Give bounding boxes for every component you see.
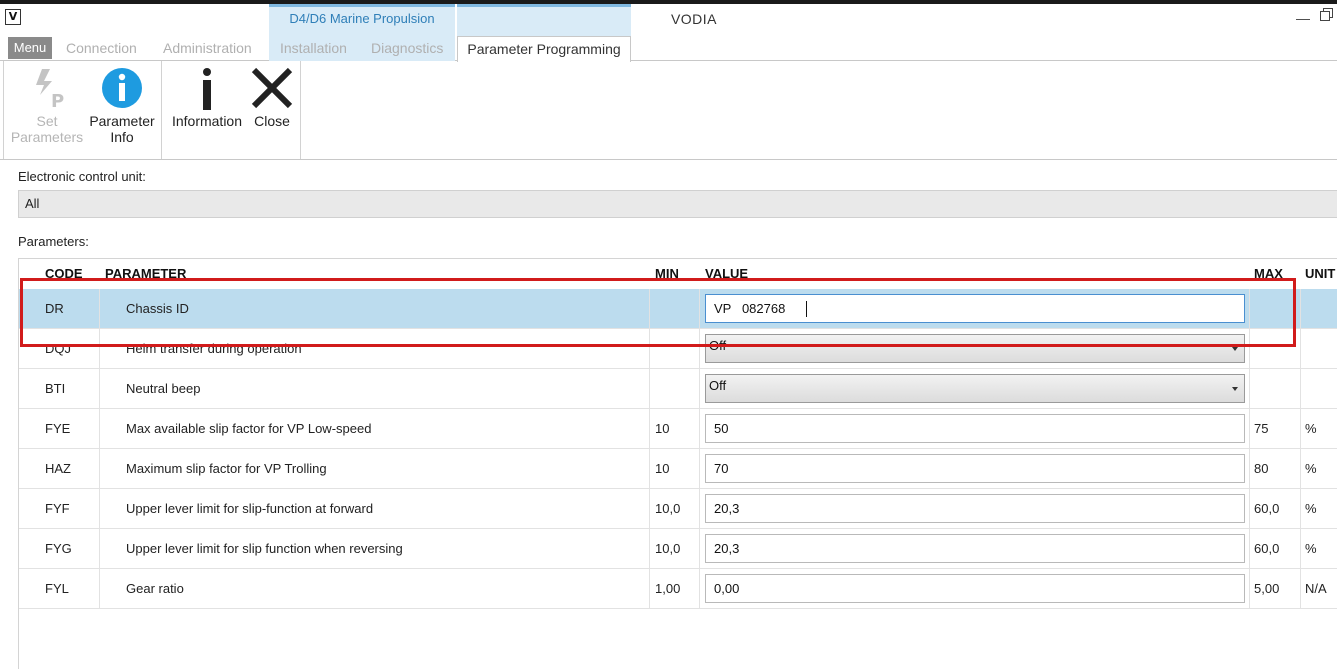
cell-parameter: Upper lever limit for slip-function at f… bbox=[126, 501, 374, 516]
cell-code: FYE bbox=[45, 421, 71, 436]
svg-text:P: P bbox=[51, 91, 64, 111]
set-parameters-label: Set Parameters bbox=[10, 113, 84, 145]
ribbon-separator bbox=[161, 61, 162, 159]
close-label: Close bbox=[254, 113, 290, 129]
value-selected: Off bbox=[709, 338, 727, 353]
table-row[interactable]: DR Chassis ID VP 082768 bbox=[19, 289, 1337, 329]
column-divider bbox=[699, 289, 700, 609]
tab-parameter-programming[interactable]: Parameter Programming bbox=[457, 36, 631, 62]
set-parameters-icon: P bbox=[8, 65, 86, 112]
table-row[interactable]: DQJ Helm transfer during operation Off bbox=[19, 329, 1337, 369]
chevron-down-icon bbox=[1232, 387, 1238, 391]
tab-bar: Menu Connection Administration Installat… bbox=[0, 36, 1337, 62]
column-header-value[interactable]: VALUE bbox=[705, 259, 748, 289]
tab-administration[interactable]: Administration bbox=[163, 36, 252, 61]
column-divider bbox=[649, 289, 650, 609]
text-caret bbox=[806, 301, 807, 317]
table-row[interactable]: FYF Upper lever limit for slip-function … bbox=[19, 489, 1337, 529]
value-selected: Off bbox=[709, 378, 727, 393]
value-input[interactable]: 20,3 bbox=[705, 534, 1245, 563]
cell-parameter: Neutral beep bbox=[126, 381, 201, 396]
column-header-max[interactable]: MAX bbox=[1254, 259, 1283, 289]
window-title: VODIA bbox=[670, 11, 718, 27]
cell-max: 60,0 bbox=[1254, 501, 1280, 516]
cell-code: FYL bbox=[45, 581, 69, 596]
cell-max: 75 bbox=[1254, 421, 1269, 436]
cell-code: FYF bbox=[45, 501, 70, 516]
parameters-grid: CODE PARAMETER MIN VALUE MAX UNIT DR Cha… bbox=[18, 258, 1337, 669]
info-circle-icon bbox=[86, 65, 158, 111]
column-header-unit[interactable]: UNIT bbox=[1305, 259, 1335, 289]
cell-unit: % bbox=[1305, 421, 1317, 436]
table-row[interactable]: HAZ Maximum slip factor for VP Trolling … bbox=[19, 449, 1337, 489]
parameters-label: Parameters: bbox=[18, 234, 89, 249]
table-row[interactable]: BTI Neutral beep Off bbox=[19, 369, 1337, 409]
value-dropdown[interactable]: Off bbox=[705, 374, 1245, 403]
close-button[interactable]: Close bbox=[248, 65, 296, 129]
value-input[interactable]: VP 082768 bbox=[705, 294, 1245, 323]
chevron-down-icon bbox=[1232, 347, 1238, 351]
value-text: VP 082768 bbox=[714, 301, 786, 316]
tab-diagnostics[interactable]: Diagnostics bbox=[371, 36, 443, 61]
table-row[interactable]: FYG Upper lever limit for slip function … bbox=[19, 529, 1337, 569]
value-dropdown[interactable]: Off bbox=[705, 334, 1245, 363]
cell-parameter: Gear ratio bbox=[126, 581, 184, 596]
cell-max: 5,00 bbox=[1254, 581, 1280, 596]
cell-parameter: Helm transfer during operation bbox=[126, 341, 302, 356]
cell-code: DQJ bbox=[45, 341, 71, 356]
cell-max: 80 bbox=[1254, 461, 1269, 476]
column-divider bbox=[99, 289, 100, 609]
value-input[interactable]: 0,00 bbox=[705, 574, 1245, 603]
cell-unit: N/A bbox=[1305, 581, 1327, 596]
value-input[interactable]: 20,3 bbox=[705, 494, 1245, 523]
cell-min: 10,0 bbox=[655, 541, 681, 556]
cell-min: 10 bbox=[655, 421, 670, 436]
column-divider bbox=[1249, 289, 1250, 609]
cell-parameter: Upper lever limit for slip function when… bbox=[126, 541, 403, 556]
cell-parameter: Max available slip factor for VP Low-spe… bbox=[126, 421, 372, 436]
cell-min: 10,0 bbox=[655, 501, 681, 516]
column-header-code[interactable]: CODE bbox=[45, 259, 83, 289]
cell-min: 10 bbox=[655, 461, 670, 476]
parameter-info-button[interactable]: Parameter Info bbox=[86, 65, 158, 145]
table-row[interactable]: FYE Max available slip factor for VP Low… bbox=[19, 409, 1337, 449]
column-header-min[interactable]: MIN bbox=[655, 259, 679, 289]
close-x-icon bbox=[248, 65, 296, 111]
value-input[interactable]: 70 bbox=[705, 454, 1245, 483]
information-i-icon bbox=[166, 65, 248, 111]
column-header-parameter[interactable]: PARAMETER bbox=[105, 259, 186, 289]
cell-code: FYG bbox=[45, 541, 72, 556]
cell-min: 1,00 bbox=[655, 581, 681, 596]
cell-unit: % bbox=[1305, 541, 1317, 556]
tab-installation[interactable]: Installation bbox=[280, 36, 347, 61]
information-button[interactable]: Information bbox=[166, 65, 248, 129]
ecu-label: Electronic control unit: bbox=[18, 169, 146, 184]
cell-code: BTI bbox=[45, 381, 66, 396]
set-parameters-button[interactable]: P Set Parameters bbox=[8, 65, 86, 145]
column-divider bbox=[1300, 289, 1301, 609]
cell-code: HAZ bbox=[45, 461, 71, 476]
information-label: Information bbox=[171, 113, 243, 129]
ecu-dropdown[interactable]: All bbox=[18, 190, 1337, 218]
cell-max: 60,0 bbox=[1254, 541, 1280, 556]
minimize-icon[interactable]: — bbox=[1296, 10, 1310, 26]
cell-parameter: Chassis ID bbox=[126, 301, 189, 316]
cell-unit: % bbox=[1305, 461, 1317, 476]
cell-unit: % bbox=[1305, 501, 1317, 516]
value-input[interactable]: 50 bbox=[705, 414, 1245, 443]
title-bar: V D4/D6 Marine Propulsion VODIA — bbox=[0, 4, 1337, 36]
tab-connection[interactable]: Connection bbox=[66, 36, 137, 61]
ribbon-toolbar: P Set Parameters Parameter Info Informat… bbox=[0, 61, 1337, 160]
tab-menu[interactable]: Menu bbox=[8, 37, 52, 59]
ribbon-separator bbox=[300, 61, 301, 159]
table-row[interactable]: FYL Gear ratio 1,00 0,00 5,00 N/A bbox=[19, 569, 1337, 609]
cell-parameter: Maximum slip factor for VP Trolling bbox=[126, 461, 327, 476]
restore-icon[interactable] bbox=[1320, 8, 1333, 21]
cell-code: DR bbox=[45, 301, 64, 316]
parameter-info-label: Parameter Info bbox=[89, 113, 155, 145]
